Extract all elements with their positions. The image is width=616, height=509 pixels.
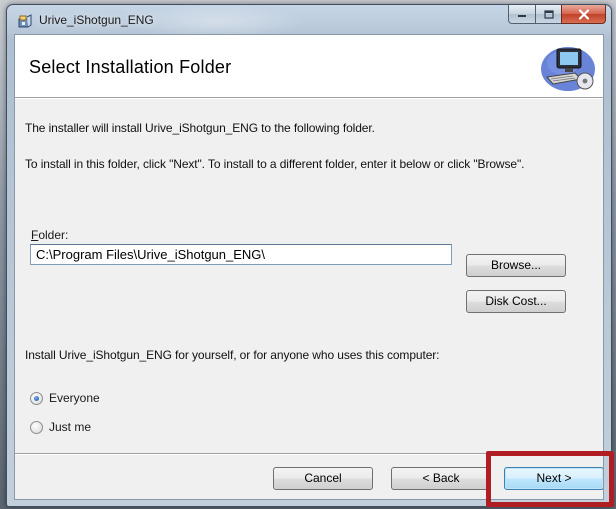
- radio-button-unselected-icon[interactable]: [30, 420, 43, 434]
- intro-text-1: The installer will install Urive_iShotgu…: [25, 121, 375, 135]
- dialog-client-area: Select Installation Folder The installer…: [14, 34, 604, 500]
- caption-buttons: [508, 5, 606, 25]
- folder-label-text: older:: [38, 228, 69, 242]
- window-title: Urive_iShotgun_ENG: [39, 13, 154, 27]
- title-bar[interactable]: Urive_iShotgun_ENG: [7, 5, 611, 35]
- browse-button[interactable]: Browse...: [466, 254, 566, 277]
- next-button[interactable]: Next >: [504, 467, 603, 490]
- install-scope-prompt: Install Urive_iShotgun_ENG for yourself,…: [25, 348, 440, 362]
- radio-button-selected-icon[interactable]: [30, 391, 43, 405]
- radio-just-me[interactable]: Just me: [30, 420, 91, 434]
- page-title: Select Installation Folder: [29, 57, 232, 77]
- header-banner: Select Installation Folder: [15, 35, 603, 98]
- installer-window: Urive_iShotgun_ENG Select Installation F…: [6, 4, 612, 507]
- radio-everyone[interactable]: Everyone: [30, 391, 100, 405]
- maximize-button[interactable]: [535, 5, 561, 24]
- cancel-button[interactable]: Cancel: [273, 467, 373, 490]
- minimize-icon: [518, 15, 526, 17]
- close-button[interactable]: [561, 5, 606, 24]
- minimize-button[interactable]: [508, 5, 535, 24]
- back-button[interactable]: < Back: [391, 467, 491, 490]
- maximize-icon: [543, 9, 554, 19]
- intro-text-2: To install in this folder, click "Next".…: [25, 157, 525, 171]
- folder-path-input[interactable]: [30, 244, 452, 265]
- header-divider: [15, 98, 603, 99]
- computer-setup-graphic: [541, 47, 595, 91]
- radio-just-me-label: Just me: [49, 420, 92, 434]
- disk-cost-button[interactable]: Disk Cost...: [466, 290, 566, 313]
- installer-package-icon: [18, 14, 32, 28]
- folder-label: Folder:: [31, 228, 68, 242]
- footer-divider: [15, 453, 603, 455]
- close-icon: [578, 8, 589, 20]
- radio-everyone-label: Everyone: [49, 391, 100, 405]
